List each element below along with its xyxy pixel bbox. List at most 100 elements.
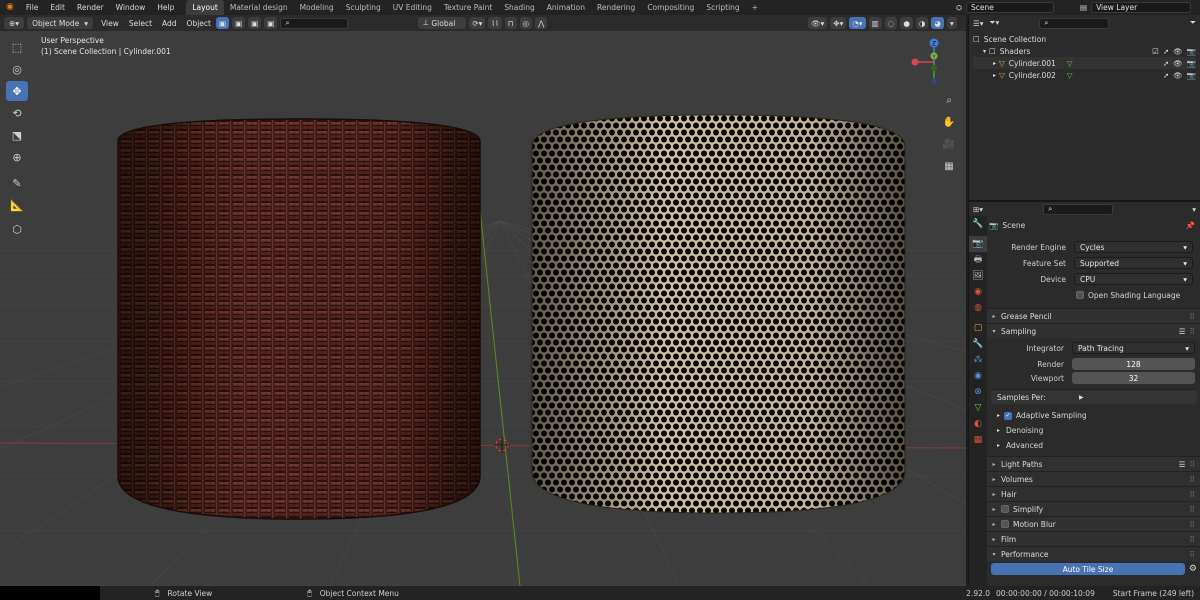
select-invert-button[interactable]: ▣: [264, 17, 278, 29]
tab-object[interactable]: ▢: [969, 320, 987, 336]
auto-tile-size-button[interactable]: Auto Tile Size: [991, 563, 1185, 575]
integrator-dropdown[interactable]: Path Tracing ▾: [1072, 342, 1195, 354]
pan-button[interactable]: ✋: [940, 113, 958, 131]
feature-set-dropdown[interactable]: Supported ▾: [1074, 257, 1193, 269]
device-dropdown[interactable]: CPU ▾: [1074, 273, 1193, 285]
ortho-toggle-button[interactable]: ▦: [940, 157, 958, 175]
panel-sampling[interactable]: ▾ Sampling ☰ ⠿: [987, 323, 1200, 338]
eye-icon[interactable]: 👁: [1173, 59, 1183, 68]
panel-volumes[interactable]: ▸ Volumes ⠿: [987, 471, 1200, 486]
properties-search-field[interactable]: ⌕: [1043, 203, 1114, 215]
transform-orientation-dropdown[interactable]: ⟂ Global: [418, 17, 467, 29]
pin-icon[interactable]: 📌: [1186, 221, 1195, 230]
visibility-button[interactable]: 👁▾: [808, 17, 828, 29]
scene-name-field[interactable]: Scene: [966, 2, 1054, 13]
3d-viewport[interactable]: User Perspective (1) Scene Collection | …: [0, 31, 966, 586]
menu-render[interactable]: Render: [71, 0, 110, 15]
tab-sculpting[interactable]: Sculpting: [340, 0, 387, 15]
viewport-samples-field[interactable]: 32: [1072, 372, 1195, 384]
editor-type-button[interactable]: ⊕▾: [4, 17, 25, 29]
object-menu[interactable]: Object: [182, 19, 216, 28]
tab-physics[interactable]: ◉: [969, 368, 987, 384]
shading-solid-button[interactable]: ●: [900, 17, 913, 29]
cursor-tool[interactable]: ◎: [6, 59, 28, 79]
shading-rendered-button[interactable]: ◕: [931, 17, 944, 29]
viewport-search-field[interactable]: ⌕: [280, 17, 349, 29]
tab-render[interactable]: 📷: [969, 236, 987, 252]
snap-button[interactable]: ⌇⌇: [488, 17, 502, 29]
panel-performance[interactable]: ▾ Performance ⠿: [987, 546, 1200, 561]
drag-handle-icon[interactable]: ⠿: [1190, 550, 1196, 559]
select-arrow-icon[interactable]: ➚: [1163, 59, 1169, 68]
menu-file[interactable]: File: [20, 0, 45, 15]
gear-icon[interactable]: ⚙: [1189, 564, 1197, 574]
cane-cylinder-object[interactable]: [531, 114, 906, 514]
add-cube-tool[interactable]: ⬡: [6, 219, 28, 239]
eye-icon[interactable]: 👁: [1173, 71, 1183, 80]
viewport-scene[interactable]: [0, 31, 966, 586]
expand-arrow-icon[interactable]: ▸: [993, 60, 996, 67]
adaptive-sampling-checkbox[interactable]: ✓: [1004, 411, 1013, 420]
add-workspace-button[interactable]: +: [746, 0, 764, 15]
transform-tool[interactable]: ⊕: [6, 147, 28, 167]
tab-animation[interactable]: Animation: [541, 0, 591, 15]
tab-material-design[interactable]: Material design: [224, 0, 294, 15]
tab-compositing[interactable]: Compositing: [641, 0, 700, 15]
scale-tool[interactable]: ⬔: [6, 125, 28, 145]
drag-handle-icon[interactable]: ⠿: [1190, 520, 1196, 529]
properties-editor-icon[interactable]: ⊞▾: [973, 205, 983, 214]
drag-handle-icon[interactable]: ⠿: [1190, 312, 1196, 321]
panel-light-paths[interactable]: ▸ Light Paths ☰ ⠿: [987, 456, 1200, 471]
panel-simplify[interactable]: ▸ Simplify ⠿: [987, 501, 1200, 516]
tab-constraints[interactable]: ⊗: [969, 384, 987, 400]
blender-logo-icon[interactable]: ◉: [0, 0, 20, 15]
outliner-item-cylinder-001[interactable]: ▸ ▽ Cylinder.001 ▽ ➚ 👁 📷: [973, 57, 1196, 69]
outliner-editor-icon[interactable]: ☰▾: [973, 19, 984, 28]
rotate-tool[interactable]: ⟲: [6, 103, 28, 123]
shading-wireframe-button[interactable]: ◌: [884, 17, 898, 29]
menu-window[interactable]: Window: [110, 0, 152, 15]
subpanel-advanced[interactable]: ▸ Advanced: [987, 438, 1200, 453]
tab-shading[interactable]: Shading: [498, 0, 540, 15]
panel-motion-blur[interactable]: ▸ Motion Blur ⠿: [987, 516, 1200, 531]
move-tool[interactable]: ✥: [6, 81, 28, 101]
render-samples-field[interactable]: 128: [1072, 358, 1195, 370]
eye-icon[interactable]: 👁: [1173, 47, 1183, 56]
xray-toggle-button[interactable]: ▥: [868, 17, 882, 29]
tab-scene[interactable]: ◉: [969, 284, 987, 300]
menu-help[interactable]: Help: [151, 0, 180, 15]
gizmo-toggle-button[interactable]: ✥▾: [830, 17, 847, 29]
tab-world[interactable]: ◍: [969, 300, 987, 316]
select-subtract-button[interactable]: ▣: [248, 17, 262, 29]
tab-view-layer[interactable]: 🖼: [969, 268, 987, 284]
tab-data[interactable]: ▽: [969, 400, 987, 416]
wicker-cylinder-object[interactable]: [117, 118, 481, 520]
camera-icon[interactable]: 📷: [1187, 47, 1196, 56]
subpanel-denoising[interactable]: ▸ Denoising: [987, 423, 1200, 438]
select-box-mode-button[interactable]: ▣: [215, 17, 230, 29]
tab-layout[interactable]: Layout: [186, 0, 224, 15]
drag-handle-icon[interactable]: ⠿: [1190, 535, 1196, 544]
outliner-collection-shaders[interactable]: ▾ ☐ Shaders ☑ ➚ 👁 📷: [973, 45, 1196, 57]
tab-modeling[interactable]: Modeling: [294, 0, 340, 15]
tab-scripting[interactable]: Scripting: [700, 0, 745, 15]
panel-grease-pencil[interactable]: ▸ Grease Pencil ⠿: [987, 308, 1200, 323]
object-mode-dropdown[interactable]: Object Mode ▾: [27, 17, 94, 29]
menu-edit[interactable]: Edit: [44, 0, 71, 15]
annotate-tool[interactable]: ✎: [6, 173, 28, 193]
select-arrow-icon[interactable]: ➚: [1163, 71, 1169, 80]
camera-view-button[interactable]: 🎥: [940, 135, 958, 153]
render-engine-dropdown[interactable]: Cycles ▾: [1074, 241, 1193, 253]
drag-handle-icon[interactable]: ⠿: [1190, 327, 1196, 336]
camera-icon[interactable]: 📷: [1187, 71, 1196, 80]
expand-arrow-icon[interactable]: ▾: [983, 48, 986, 55]
samples-per-row[interactable]: Samples Per: ▶: [991, 389, 1197, 404]
tab-uv-editing[interactable]: UV Editing: [387, 0, 438, 15]
simplify-checkbox[interactable]: [1001, 505, 1009, 513]
chevron-down-icon[interactable]: ▾: [1192, 205, 1196, 214]
select-arrow-icon[interactable]: ➚: [1163, 47, 1169, 56]
outliner-search-field[interactable]: ⌕: [1039, 17, 1110, 29]
tab-output[interactable]: 🖶: [969, 252, 987, 268]
osl-checkbox[interactable]: [1076, 291, 1084, 299]
pivot-point-button[interactable]: ⟳▾: [469, 17, 486, 29]
